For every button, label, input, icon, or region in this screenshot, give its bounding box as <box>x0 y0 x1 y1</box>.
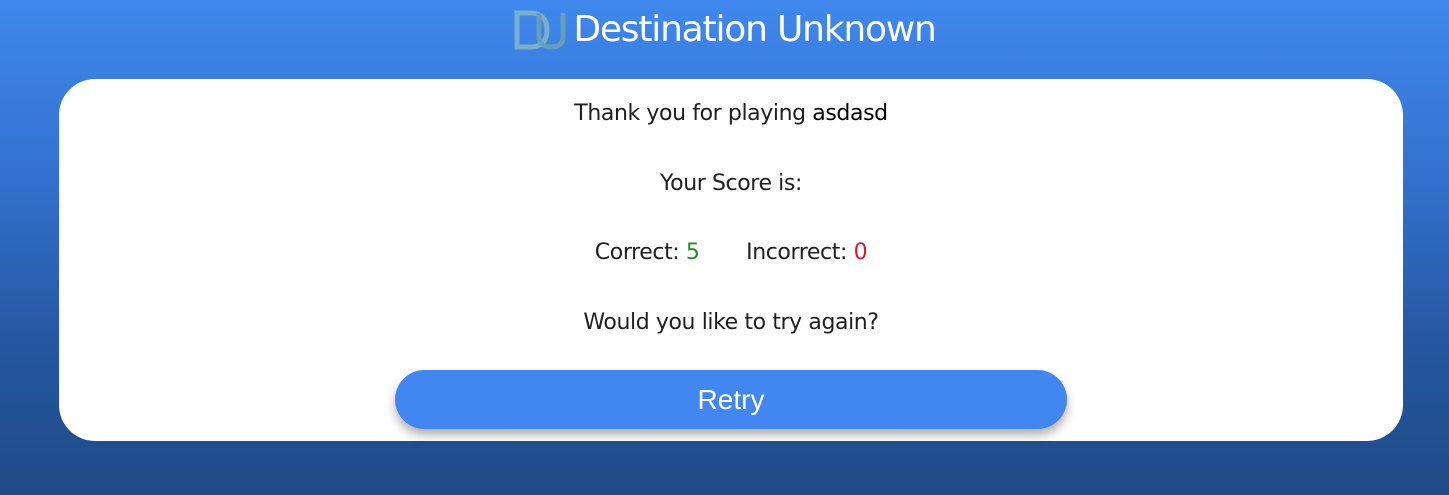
correct-label: Correct: <box>594 240 680 265</box>
score-summary: Correct: 5 Incorrect: 0 <box>59 238 1403 268</box>
thanks-text: Thank you for playing <box>574 101 806 126</box>
incorrect-label: Incorrect: <box>746 240 847 265</box>
app-title: Destination Unknown <box>573 9 937 50</box>
thanks-message: Thank you for playing asdasd <box>59 99 1403 129</box>
du-logo-icon <box>514 10 566 50</box>
score-heading: Your Score is: <box>660 171 802 196</box>
app-header: Destination Unknown <box>0 6 1449 54</box>
correct-score: Correct: 5 <box>595 238 700 268</box>
correct-value: 5 <box>685 240 700 265</box>
results-card: Thank you for playing asdasd Your Score … <box>59 79 1403 441</box>
incorrect-value: 0 <box>853 240 868 265</box>
player-name: asdasd <box>812 101 888 126</box>
incorrect-score: Incorrect: 0 <box>746 238 867 268</box>
retry-question: Would you like to try again? <box>583 310 879 335</box>
retry-button[interactable]: Retry <box>395 370 1067 429</box>
